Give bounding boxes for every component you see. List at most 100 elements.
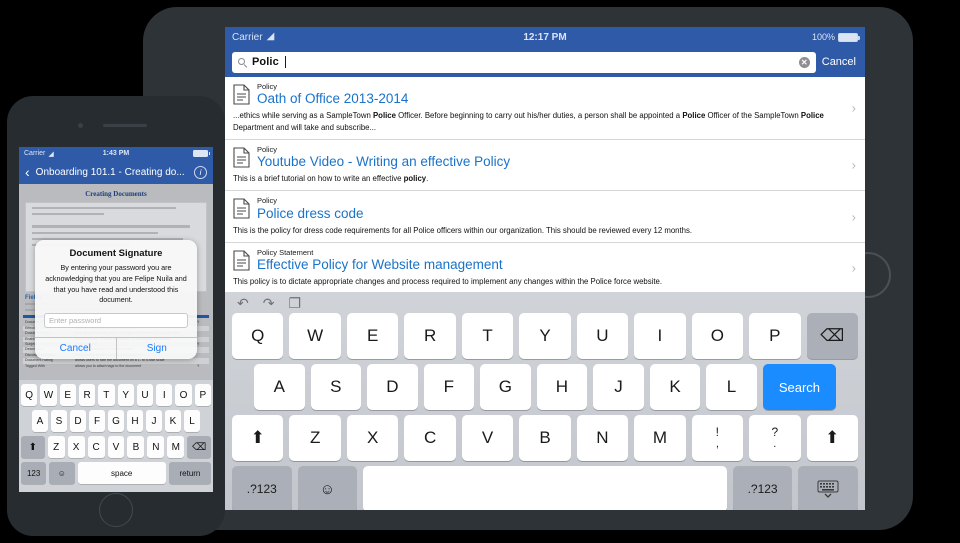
backspace-icon[interactable]: ⌫ <box>806 313 858 359</box>
numeric-right-key[interactable]: .?123 <box>732 466 793 510</box>
key-b[interactable]: B <box>127 436 145 458</box>
key-u[interactable]: U <box>136 384 154 406</box>
key-s[interactable]: S <box>51 410 67 432</box>
cancel-button[interactable]: Cancel <box>35 338 116 359</box>
key-c[interactable]: C <box>87 436 105 458</box>
key-h[interactable]: H <box>127 410 143 432</box>
undo-icon[interactable]: ↶ <box>237 296 249 310</box>
numeric-key[interactable]: 123 <box>21 462 47 484</box>
hide-keyboard-icon[interactable] <box>798 466 859 510</box>
carrier-label: Carrier <box>232 31 263 43</box>
key-k[interactable]: K <box>649 364 701 410</box>
key-t[interactable]: T <box>98 384 115 406</box>
chevron-right-icon: › <box>851 157 856 173</box>
emoji-icon[interactable]: ☺ <box>297 466 358 510</box>
key-w[interactable]: W <box>289 313 341 359</box>
key-z[interactable]: Z <box>47 436 65 458</box>
key-m[interactable]: M <box>167 436 185 458</box>
document-icon <box>233 147 250 168</box>
key-o[interactable]: O <box>175 384 192 406</box>
key-d[interactable]: D <box>367 364 418 410</box>
info-icon[interactable]: i <box>194 165 207 179</box>
sign-button[interactable]: Sign <box>115 338 198 360</box>
key-g[interactable]: G <box>108 410 124 432</box>
key-j[interactable]: J <box>146 410 162 432</box>
key-d[interactable]: D <box>70 410 86 432</box>
key-x[interactable]: X <box>67 436 85 458</box>
key-e[interactable]: E <box>59 384 76 406</box>
document-icon <box>233 250 250 271</box>
shift-right-icon[interactable]: ⬆ <box>806 415 858 461</box>
key-c[interactable]: C <box>404 415 456 461</box>
key-v[interactable]: V <box>461 415 514 461</box>
emoji-icon[interactable]: ☺ <box>49 462 75 484</box>
redo-icon[interactable]: ↷ <box>263 296 275 310</box>
result-row-2[interactable]: Policy Police dress code This is the pol… <box>225 191 865 243</box>
space-key[interactable]: space <box>77 462 166 484</box>
key-x[interactable]: X <box>346 415 399 461</box>
key-g[interactable]: G <box>480 364 531 410</box>
key-a[interactable]: A <box>254 364 305 410</box>
result-title[interactable]: Youtube Video - Writing an effective Pol… <box>257 154 839 171</box>
key-r[interactable]: R <box>78 384 96 406</box>
status-clock: 12:17 PM <box>523 31 567 43</box>
key-n[interactable]: N <box>576 415 629 461</box>
key-l[interactable]: L <box>184 410 200 432</box>
space-key[interactable] <box>363 466 727 510</box>
key-z[interactable]: Z <box>289 415 341 461</box>
battery-icon <box>838 32 860 42</box>
return-key[interactable]: return <box>168 462 211 484</box>
key-f[interactable]: F <box>423 364 475 410</box>
key-e[interactable]: E <box>346 313 399 359</box>
key-y[interactable]: Y <box>519 313 571 359</box>
keyboard-row-2: A S D F G H J K L <box>21 410 211 432</box>
key-s[interactable]: S <box>310 364 362 410</box>
paste-icon[interactable]: ❐ <box>288 296 301 310</box>
key-t[interactable]: T <box>461 313 514 359</box>
result-title[interactable]: Effective Policy for Website management <box>257 257 839 274</box>
key-q[interactable]: Q <box>232 313 284 359</box>
result-title[interactable]: Police dress code <box>257 206 839 223</box>
backspace-icon[interactable]: ⌫ <box>187 436 211 458</box>
key-exclaim-label: ! <box>715 424 720 439</box>
key-a[interactable]: A <box>32 410 48 432</box>
shift-left-icon[interactable]: ⬆ <box>232 415 284 461</box>
shift-icon[interactable]: ⬆ <box>21 436 45 458</box>
key-b[interactable]: B <box>519 415 571 461</box>
key-p[interactable]: P <box>749 313 801 359</box>
key-l[interactable]: L <box>706 364 757 410</box>
key-k[interactable]: K <box>165 410 181 432</box>
key-exclaim-comma[interactable]: ! , <box>691 415 744 461</box>
key-i[interactable]: I <box>156 384 173 406</box>
key-u[interactable]: U <box>576 313 629 359</box>
key-o[interactable]: O <box>691 313 744 359</box>
search-key[interactable]: Search <box>762 364 837 410</box>
numeric-left-key[interactable]: .?123 <box>232 466 292 510</box>
key-p[interactable]: P <box>194 384 211 406</box>
cancel-button[interactable]: Cancel <box>822 56 858 68</box>
password-field[interactable]: Enter password <box>44 313 188 329</box>
key-q[interactable]: Q <box>21 384 38 406</box>
key-question-period[interactable]: ? . <box>749 415 801 461</box>
search-input[interactable]: Polic ✕ <box>232 51 816 73</box>
key-i[interactable]: I <box>634 313 686 359</box>
key-w[interactable]: W <box>40 384 57 406</box>
result-title[interactable]: Oath of Office 2013-2014 <box>257 91 839 108</box>
back-chevron-icon[interactable]: ‹ <box>25 165 30 179</box>
result-row-0[interactable]: Policy Oath of Office 2013-2014 ...ethic… <box>225 77 865 140</box>
screenshot-stage: Carrier ◢ 12:17 PM 100% Polic ✕ Cancel P… <box>0 0 960 543</box>
search-results-list: Policy Oath of Office 2013-2014 ...ethic… <box>225 77 865 295</box>
result-row-1[interactable]: Policy Youtube Video - Writing an effect… <box>225 140 865 192</box>
key-n[interactable]: N <box>147 436 165 458</box>
clear-search-icon[interactable]: ✕ <box>798 56 810 68</box>
key-y[interactable]: Y <box>117 384 134 406</box>
key-r[interactable]: R <box>404 313 456 359</box>
keyboard-row-2: A S D F G H J K L Search <box>229 364 861 410</box>
key-v[interactable]: V <box>107 436 125 458</box>
key-m[interactable]: M <box>634 415 686 461</box>
key-f[interactable]: F <box>89 410 105 432</box>
key-j[interactable]: J <box>593 364 644 410</box>
result-row-3[interactable]: Policy Statement Effective Policy for We… <box>225 243 865 295</box>
iphone-home-button[interactable] <box>99 493 133 527</box>
key-h[interactable]: H <box>536 364 588 410</box>
